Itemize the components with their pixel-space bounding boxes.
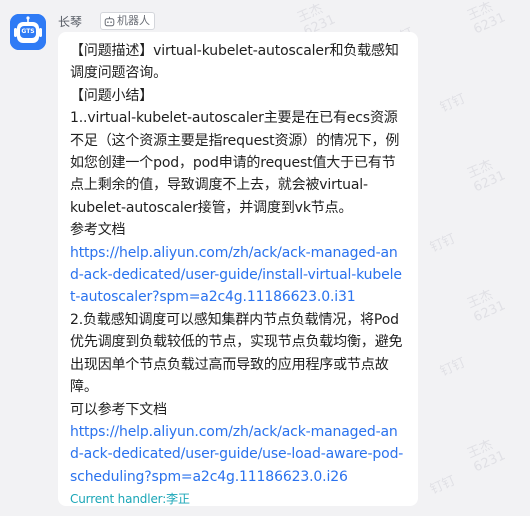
reference-link-2[interactable]: https://help.aliyun.com/zh/ack/ack-manag… bbox=[70, 424, 403, 485]
watermark-mark: 钉钉 bbox=[428, 231, 458, 256]
problem-summary-heading: 【问题小结】 bbox=[70, 87, 154, 104]
reference-link-1[interactable]: https://help.aliyun.com/zh/ack/ack-manag… bbox=[70, 245, 402, 306]
bot-avatar[interactable]: GTS bbox=[10, 14, 46, 50]
watermark-mark: 王杰 6231 bbox=[465, 157, 508, 196]
summary-point-2: 2.负载感知调度可以感知集群内节点负载情况，将Pod优先调度到负载较低的节点，实… bbox=[70, 311, 403, 396]
message-bubble: 【问题描述】virtual-kubelet-autoscaler和负载感知调度问… bbox=[58, 32, 418, 506]
watermark-mark: 王杰 6231 bbox=[465, 287, 508, 326]
problem-description: 【问题描述】virtual-kubelet-autoscaler和负载感知调度问… bbox=[70, 43, 399, 82]
sender-name[interactable]: 长琴 bbox=[58, 13, 82, 30]
watermark-mark: 王杰 6231 bbox=[465, 437, 508, 476]
watermark-mark: 钉钉 bbox=[438, 91, 468, 116]
reference-label-1: 参考文档 bbox=[70, 222, 126, 239]
reference-label-2: 可以参考下文档 bbox=[70, 401, 167, 418]
watermark-mark: 钉钉 bbox=[428, 473, 458, 498]
robot-icon bbox=[104, 16, 115, 27]
watermark-mark: 钉钉 bbox=[438, 355, 468, 380]
watermark-mark: 王杰 6231 bbox=[465, 0, 508, 38]
current-handler: Current handler:李正 bbox=[70, 492, 190, 507]
avatar-text: GTS bbox=[21, 28, 35, 35]
summary-point-1: 1..virtual-kubelet-autoscaler主要是在已有ecs资源… bbox=[70, 110, 400, 216]
robot-badge: 机器人 bbox=[100, 12, 155, 30]
robot-badge-label: 机器人 bbox=[117, 14, 150, 27]
